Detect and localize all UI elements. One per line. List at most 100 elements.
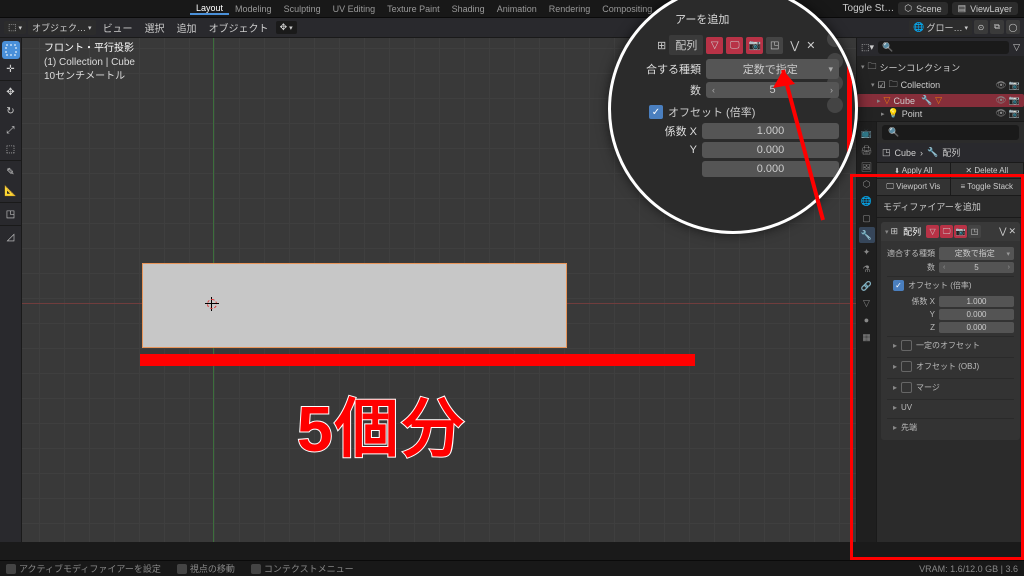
render-icon[interactable]: 📷 (1009, 95, 1020, 106)
menu-render[interactable]: レンダー (102, 2, 150, 15)
mod-edit-mode-icon[interactable]: ▽ (926, 225, 939, 238)
menu-file[interactable]: ファイル (24, 2, 72, 15)
workspace-tab-modeling[interactable]: Modeling (229, 4, 278, 14)
annotation-text: 5個分 (297, 378, 467, 470)
count-input[interactable]: ‹5› (939, 262, 1014, 273)
status-hint-1: アクティブモディファイアーを設定 (19, 562, 161, 575)
tool-scale[interactable]: ⤢ (2, 121, 20, 139)
mod-render-icon[interactable]: 📷 (954, 225, 967, 238)
orientation-selector[interactable]: 🌐 グロー…▾ (909, 20, 972, 35)
zoom-modifier-name: 配列 (669, 35, 703, 55)
tab-particles-icon[interactable]: ✦ (859, 244, 875, 260)
tab-constraints-icon[interactable]: 🔗 (859, 278, 875, 294)
tab-scene-icon[interactable]: ⬡ (859, 176, 875, 192)
collection-row[interactable]: ▾☑🗀 Collection 👁📷 (861, 76, 1020, 94)
cap-section[interactable]: 先端 (901, 422, 917, 433)
zoom-offset-label: オフセット (倍率) (668, 104, 755, 120)
fit-type-select[interactable]: 定数で指定▾ (939, 247, 1014, 260)
scene-selector[interactable]: ⬡ Scene (898, 2, 947, 15)
layers-icon: ▤ (958, 3, 967, 14)
tool-select-box[interactable] (2, 41, 20, 59)
tool-transform[interactable]: ⬚ (2, 140, 20, 158)
workspace-tab-texpaint[interactable]: Texture Paint (381, 4, 446, 14)
proportional-icon[interactable]: ◯ (1006, 20, 1020, 34)
zoom-add-modifier-label: アーを追加 (675, 11, 839, 27)
editor-type-selector[interactable]: ⬚▾ (4, 21, 26, 34)
viewport-vis-button[interactable]: 🖵 Viewport Vis (877, 179, 951, 195)
pivot-icon[interactable]: ⊙ (974, 20, 988, 34)
tool-measure[interactable]: 📐 (2, 182, 20, 200)
render-icon[interactable]: 📷 (1009, 80, 1020, 91)
eye-icon[interactable]: 👁 (995, 95, 1006, 106)
mod-close-icon[interactable]: ✕ (1008, 226, 1016, 237)
workspace-tab-rendering[interactable]: Rendering (543, 4, 597, 14)
tab-physics-icon[interactable]: ⚗ (859, 261, 875, 277)
mode-selector[interactable]: オブジェク…▾ (28, 20, 96, 35)
add-modifier-button[interactable]: モディファイアーを追加 (877, 196, 1024, 218)
header-menu-select[interactable]: 選択 (140, 20, 170, 35)
viewlayer-selector[interactable]: ▤ ViewLayer (952, 2, 1018, 15)
mouse-middle-icon (177, 564, 187, 574)
apply-all-button[interactable]: ⬇ Apply All (877, 163, 951, 178)
zoom-count-input: ‹5› (706, 82, 839, 98)
workspace-tab-sculpting[interactable]: Sculpting (278, 4, 327, 14)
properties-breadcrumb: ◳ Cube › 🔧 配列 (877, 143, 1024, 163)
outliner-type-icon[interactable]: ⬚▾ (861, 42, 874, 53)
workspace-tab-uv[interactable]: UV Editing (327, 4, 382, 14)
relative-offset-checkbox[interactable]: ✓ (893, 280, 904, 291)
collection-label: Collection (901, 80, 941, 90)
breadcrumb-object[interactable]: Cube (895, 148, 917, 158)
factor-x-input[interactable]: 1.000 (939, 296, 1014, 307)
mod-dropdown-icon[interactable]: ⋁ (999, 226, 1006, 237)
breadcrumb-modifier[interactable]: 配列 (942, 146, 960, 159)
header-menu-add[interactable]: 追加 (172, 20, 202, 35)
delete-all-button[interactable]: ✕ Delete All (951, 163, 1024, 178)
scene-collection-row[interactable]: ▾🗀 シーンコレクション (861, 58, 1020, 76)
viewlayer-label: ViewLayer (970, 4, 1012, 14)
tab-render-icon[interactable]: 📺 (859, 125, 875, 141)
tab-world-icon[interactable]: 🌐 (859, 193, 875, 209)
tab-object-icon[interactable]: ▢ (859, 210, 875, 226)
filter-icon[interactable]: ▽ (1013, 42, 1020, 53)
eye-icon[interactable]: 👁 (995, 80, 1006, 91)
workspace-tab-shading[interactable]: Shading (446, 4, 491, 14)
outliner-search[interactable]: 🔍 (878, 41, 1009, 54)
header-menu-object[interactable]: オブジェクト (204, 20, 274, 35)
zoom-fit-type-select: 定数で指定▾ (706, 59, 839, 79)
tab-material-icon[interactable]: ● (859, 312, 875, 328)
mod-cage-icon[interactable]: ◳ (968, 225, 981, 238)
collapse-icon[interactable]: ▾ (885, 228, 889, 236)
merge-section[interactable]: マージ (916, 382, 940, 393)
eye-icon[interactable]: 👁 (995, 108, 1006, 119)
tool-cursor[interactable]: ✛ (2, 60, 20, 78)
tab-output-icon[interactable]: 🖨 (859, 142, 875, 158)
cursor-tool-icon[interactable]: ✥▾ (276, 21, 297, 34)
tab-modifier-icon[interactable]: 🔧 (859, 227, 875, 243)
modifier-name[interactable]: 配列 (900, 225, 924, 238)
properties-search[interactable]: 🔍 (882, 125, 1019, 140)
header-menu-view[interactable]: ビュー (98, 20, 138, 35)
toggle-stack-button[interactable]: ≡ Toggle Stack (951, 179, 1024, 195)
workspace-tab-animation[interactable]: Animation (491, 4, 543, 14)
outliner-item-point[interactable]: ▸💡 Point 👁📷 (861, 107, 1020, 120)
snap-icon[interactable]: ⧉ (990, 20, 1004, 34)
tab-texture-icon[interactable]: ▦ (859, 329, 875, 345)
constant-offset-section[interactable]: 一定のオフセット (916, 340, 980, 351)
tool-add-cube[interactable]: ◳ (2, 205, 20, 223)
menu-edit[interactable]: 編集 (72, 2, 102, 15)
workspace-tab-layout[interactable]: Layout (190, 3, 229, 15)
tool-rotate[interactable]: ↻ (2, 102, 20, 120)
uv-section[interactable]: UV (901, 403, 912, 412)
tab-viewlayer-icon[interactable]: 🖼 (859, 159, 875, 175)
object-offset-section[interactable]: オフセット (OBJ) (916, 361, 979, 372)
factor-y-input[interactable]: 0.000 (939, 309, 1014, 320)
render-icon[interactable]: 📷 (1009, 108, 1020, 119)
tool-shear[interactable]: ◿ (2, 228, 20, 246)
offset-label: オフセット (倍率) (908, 280, 972, 291)
factor-z-input[interactable]: 0.000 (939, 322, 1014, 333)
tab-data-icon[interactable]: ▽ (859, 295, 875, 311)
tool-annotate[interactable]: ✎ (2, 163, 20, 181)
tool-move[interactable]: ✥ (2, 83, 20, 101)
mod-realtime-icon[interactable]: 🖵 (940, 225, 953, 238)
outliner-item-cube[interactable]: ▸▽ Cube 🔧 ▽ 👁📷 (857, 94, 1024, 107)
